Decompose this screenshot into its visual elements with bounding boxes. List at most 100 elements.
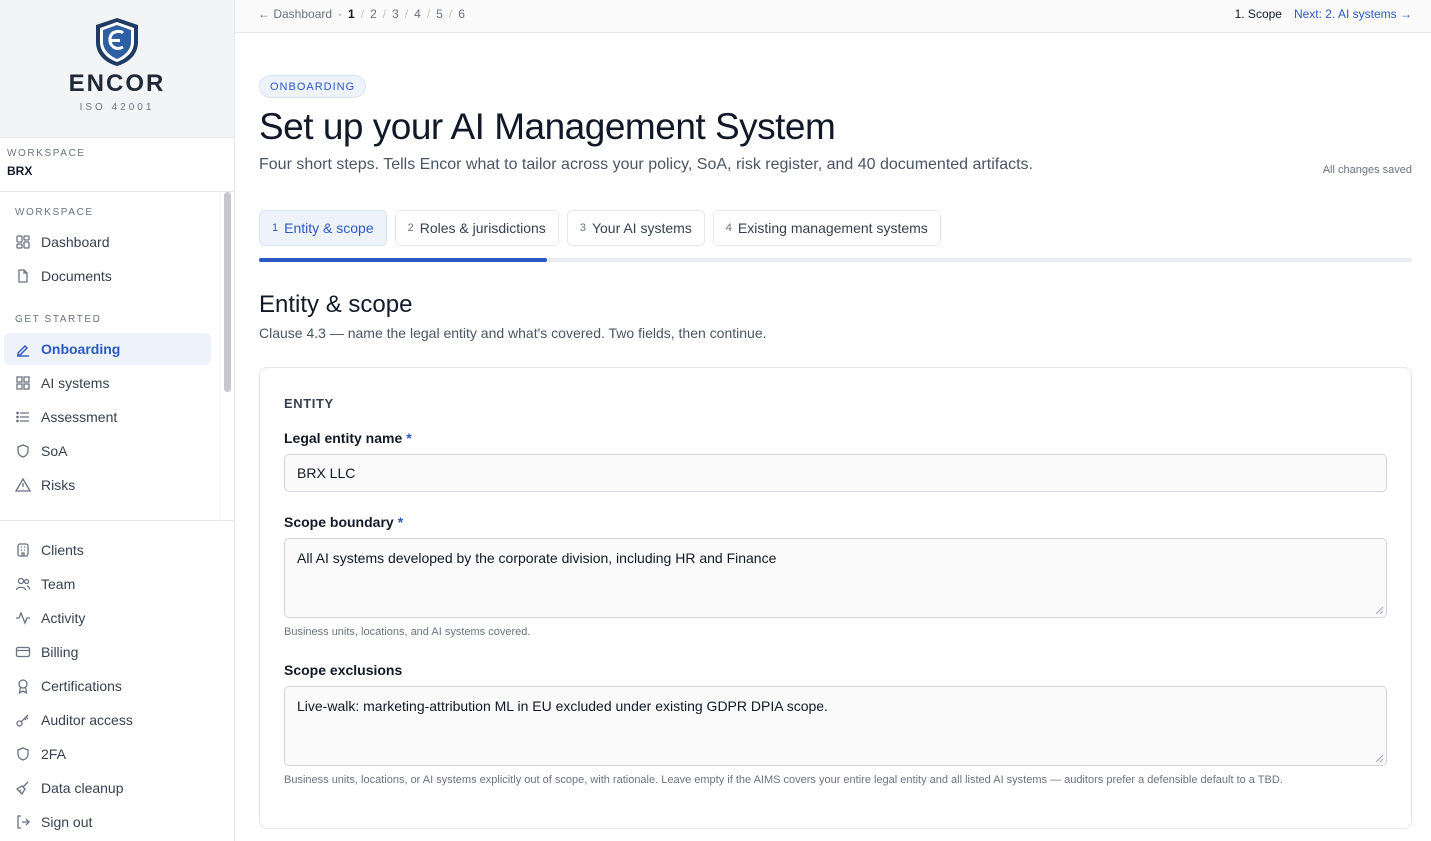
document-icon bbox=[15, 268, 31, 284]
scope-boundary-textarea[interactable]: All AI systems developed by the corporat… bbox=[284, 538, 1387, 618]
key-icon bbox=[15, 712, 31, 728]
brand-subtitle: ISO 42001 bbox=[79, 102, 155, 113]
step-separator: / bbox=[360, 7, 365, 21]
save-status: All changes saved bbox=[1322, 164, 1412, 176]
onboarding-badge: ONBOARDING bbox=[259, 75, 367, 98]
shield-logo-icon bbox=[96, 18, 138, 66]
sidebar-item-ai-systems[interactable]: AI systems bbox=[4, 367, 211, 399]
step-separator: / bbox=[426, 7, 431, 21]
workspace-label: WORKSPACE bbox=[7, 148, 86, 159]
step-nav: 1. Scope Next: 2. AI systems → bbox=[1235, 7, 1412, 21]
sidebar-item-soa[interactable]: SoA bbox=[4, 435, 211, 467]
sidebar-item-data-cleanup[interactable]: Data cleanup bbox=[4, 772, 211, 804]
step-link-1[interactable]: 1 bbox=[348, 7, 355, 21]
tab-number: 4 bbox=[725, 222, 732, 234]
step-separator: / bbox=[448, 7, 453, 21]
step-link-5[interactable]: 5 bbox=[436, 7, 443, 21]
tab-roles-jurisdictions[interactable]: 2 Roles & jurisdictions bbox=[394, 210, 559, 246]
pen-icon bbox=[15, 341, 31, 357]
back-to-dashboard-link[interactable]: ← Dashboard bbox=[258, 7, 332, 21]
tab-number: 2 bbox=[407, 222, 414, 234]
sidebar-item-onboarding[interactable]: Onboarding bbox=[4, 333, 211, 365]
scope-exclusions-value: Live-walk: marketing-attribution ML in E… bbox=[297, 698, 828, 714]
card-icon bbox=[15, 644, 31, 660]
legal-entity-label: Legal entity name * bbox=[284, 430, 412, 446]
sidebar-item-activity[interactable]: Activity bbox=[4, 602, 211, 634]
sidebar-item-dashboard[interactable]: Dashboard bbox=[4, 226, 211, 258]
scope-exclusions-help: Business units, locations, or AI systems… bbox=[284, 774, 1283, 786]
award-icon bbox=[15, 678, 31, 694]
sidebar-item-clients[interactable]: Clients bbox=[4, 534, 211, 566]
scope-boundary-value: All AI systems developed by the corporat… bbox=[297, 550, 777, 566]
step-breadcrumb: ← Dashboard · 1 / 2 / 3 / 4 / 5 / 6 bbox=[258, 7, 465, 21]
tab-existing-management-systems[interactable]: 4 Existing management systems bbox=[712, 210, 941, 246]
sidebar-item-label: AI systems bbox=[41, 375, 110, 391]
sidebar-item-label: Clients bbox=[41, 542, 84, 558]
sidebar-item-label: Onboarding bbox=[41, 341, 121, 357]
sidebar-item-label: Data cleanup bbox=[41, 780, 124, 796]
building-icon bbox=[15, 542, 31, 558]
section-description: Clause 4.3 — name the legal entity and w… bbox=[259, 325, 767, 341]
breadcrumb-dot: · bbox=[338, 7, 343, 21]
tab-entity-scope[interactable]: 1 Entity & scope bbox=[259, 210, 387, 246]
shield-icon bbox=[15, 443, 31, 459]
activity-icon bbox=[15, 610, 31, 626]
legal-entity-label-text: Legal entity name bbox=[284, 430, 403, 446]
section-title: Entity & scope bbox=[259, 291, 413, 318]
step-separator: / bbox=[382, 7, 387, 21]
tab-label: Existing management systems bbox=[737, 220, 928, 236]
sidebar-scrollbar-thumb[interactable] bbox=[224, 192, 231, 392]
brand-block: ENCOR ISO 42001 bbox=[0, 0, 234, 138]
sidebar-item-sign-out[interactable]: Sign out bbox=[4, 806, 211, 838]
sidebar-item-billing[interactable]: Billing bbox=[4, 636, 211, 668]
broom-icon bbox=[15, 780, 31, 796]
sidebar-item-label: Risks bbox=[41, 477, 76, 493]
workspace-switcher[interactable]: WORKSPACE BRX bbox=[0, 138, 234, 190]
scope-boundary-label-text: Scope boundary bbox=[284, 514, 394, 530]
brand-name: ENCOR bbox=[68, 70, 166, 97]
workspace-name: BRX bbox=[7, 164, 33, 178]
progress-bar bbox=[259, 258, 1412, 262]
step-link-4[interactable]: 4 bbox=[414, 7, 421, 21]
sidebar-item-2fa[interactable]: 2FA bbox=[4, 738, 211, 770]
users-icon bbox=[15, 576, 31, 592]
progress-bar-fill bbox=[259, 258, 548, 262]
sidebar-scrollbar[interactable] bbox=[220, 191, 234, 521]
resize-handle-icon[interactable] bbox=[1375, 606, 1383, 614]
page-title: Set up your AI Management System bbox=[259, 106, 836, 147]
resize-handle-icon[interactable] bbox=[1375, 754, 1383, 762]
sidebar-item-auditor-access[interactable]: Auditor access bbox=[4, 704, 211, 736]
tab-label: Your AI systems bbox=[591, 220, 692, 236]
sidebar-item-certifications[interactable]: Certifications bbox=[4, 670, 211, 702]
sidebar-item-label: Activity bbox=[41, 610, 86, 626]
required-mark: * bbox=[397, 514, 404, 530]
legal-entity-input[interactable]: BRX LLC bbox=[284, 454, 1387, 492]
step-tabs: 1 Entity & scope 2 Roles & jurisdictions… bbox=[259, 210, 941, 246]
step-separator: / bbox=[404, 7, 409, 21]
section-title-get-started: GET STARTED bbox=[15, 314, 102, 325]
sidebar-item-label: Dashboard bbox=[41, 234, 110, 250]
sidebar-item-team[interactable]: Team bbox=[4, 568, 211, 600]
next-step-link[interactable]: Next: 2. AI systems → bbox=[1294, 7, 1412, 21]
warning-icon bbox=[15, 477, 31, 493]
tab-ai-systems[interactable]: 3 Your AI systems bbox=[566, 210, 705, 246]
tab-label: Entity & scope bbox=[284, 220, 374, 236]
sidebar-item-risks[interactable]: Risks bbox=[4, 469, 211, 501]
sidebar-item-label: 2FA bbox=[41, 746, 66, 762]
scope-exclusions-textarea[interactable]: Live-walk: marketing-attribution ML in E… bbox=[284, 686, 1387, 766]
sidebar-item-documents[interactable]: Documents bbox=[4, 260, 211, 292]
scope-boundary-label: Scope boundary * bbox=[284, 514, 403, 530]
tab-number: 1 bbox=[272, 222, 279, 234]
step-link-6[interactable]: 6 bbox=[458, 7, 465, 21]
grid-icon bbox=[15, 375, 31, 391]
tab-number: 3 bbox=[579, 222, 586, 234]
sidebar-item-assessment[interactable]: Assessment bbox=[4, 401, 211, 433]
card-heading: ENTITY bbox=[284, 396, 334, 411]
sidebar-item-label: Team bbox=[41, 576, 76, 592]
step-link-3[interactable]: 3 bbox=[392, 7, 399, 21]
shield-icon bbox=[15, 746, 31, 762]
section-title-workspace: WORKSPACE bbox=[15, 207, 94, 218]
step-link-2[interactable]: 2 bbox=[370, 7, 377, 21]
scope-boundary-help: Business units, locations, and AI system… bbox=[284, 626, 531, 638]
sidebar-item-label: Documents bbox=[41, 268, 112, 284]
